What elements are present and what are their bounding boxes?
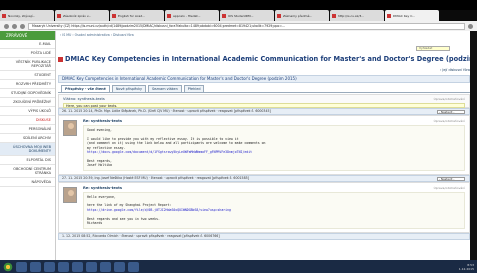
scrollbar[interactable] [470, 31, 477, 260]
post-action-select[interactable]: - Nastavit - [437, 176, 465, 181]
sidebar-item-diskuse[interactable]: DISKUSE [0, 116, 55, 125]
sidebar-item[interactable]: VĚSTNÍK PUBLIKACE REPOZITÁŘ [0, 58, 55, 71]
forum-tabs: Příspěvky - vše čtené Nové příspěvky Sez… [58, 85, 470, 93]
clock-date: 1.12.2015 [458, 266, 474, 271]
reload-icon[interactable] [20, 23, 25, 29]
taskbar-app-icon[interactable] [114, 261, 125, 272]
favicon-icon [277, 13, 281, 18]
favicon-icon [167, 13, 171, 18]
edit-link[interactable]: Úprava/odstraňování [434, 97, 465, 101]
browser-tab[interactable]: Zásobník zpráv v... [55, 10, 109, 21]
forward-icon[interactable] [12, 23, 17, 29]
sidebar-item[interactable]: ROZVRH PŘEDMĚTY [0, 80, 55, 89]
post-meta: 27. 11. 2015 20:39, Ing. Josef Neštika (… [58, 174, 470, 182]
edit-link[interactable]: Úprava/odstraňování [434, 119, 465, 123]
menu-icon[interactable] [468, 23, 473, 29]
address-bar: Masaryk University (CZ) https://is.muni.… [0, 21, 477, 31]
post-meta: 26. 11. 2015 20:14, PhDr. Mgr. Lidiie Št… [58, 108, 470, 115]
favicon-icon [57, 13, 61, 18]
taskbar-app-icon[interactable] [30, 261, 41, 272]
forum-icon [58, 56, 63, 62]
tab-overview[interactable]: Přehled [183, 85, 205, 92]
thread: Vlákno: synthesis-texts Úprava/odstraňov… [58, 94, 470, 240]
sidebar-item[interactable]: OBCHODNÍ CENTRUM STRÁNKA [0, 165, 55, 178]
post: Úprava/odstraňování Re: synthesis-texts … [58, 181, 470, 233]
sidebar-item[interactable]: PERSONÁLNÍ [0, 125, 55, 134]
search-input[interactable]: Vyhledat [416, 46, 450, 51]
browser-tab[interactable]: Novinky, zbývají... [0, 10, 54, 21]
browser-tab[interactable]: appcalo - Hledat... [165, 10, 219, 21]
favicon-icon [112, 13, 116, 18]
sidebar-item[interactable]: ELPORTÁL DIS [0, 156, 55, 165]
web-page: ZPRÁVOVÉ E-MAIL POŠTA LIDÉ VĚSTNÍK PUBLI… [0, 31, 470, 260]
main-content: › IS MU › Osobní administrativa › Diskus… [58, 31, 470, 260]
start-button-icon[interactable] [3, 261, 13, 272]
edit-link[interactable]: Úprava/odstraňování [434, 186, 465, 190]
url-input[interactable]: Masaryk University (CZ) https://is.muni.… [28, 22, 465, 30]
page-title: DMIAC Key Competencies in International … [58, 55, 470, 63]
post-subject[interactable]: Re: synthesis-texts [83, 186, 465, 190]
browser-tab[interactable]: UIS StudentDM... [220, 10, 274, 21]
tab-posts[interactable]: Příspěvky - vše čtené [61, 85, 110, 92]
sidebar-item[interactable]: VÝPIS ÚKOLŮ [0, 107, 55, 116]
favicon-icon [332, 13, 336, 18]
taskbar: 8:53 1.12.2015 [0, 260, 477, 273]
thread-starter: Vlákno: synthesis-texts Úprava/odstraňov… [58, 94, 470, 108]
thread-name[interactable]: Vlákno: synthesis-texts [63, 97, 465, 101]
tab-thread-list[interactable]: Seznam vláken [148, 85, 182, 92]
user-forums-link[interactable]: › Její diskusní fóra [440, 68, 470, 72]
taskbar-app-icon[interactable] [44, 261, 55, 272]
post-line: Richards [87, 221, 103, 226]
post-subject[interactable]: Re: synthesis-texts [83, 119, 465, 123]
sidebar-item[interactable]: NÁPOVĚDA [0, 178, 55, 187]
avatar [63, 120, 77, 136]
browser-tab[interactable]: English for Acad... [110, 10, 164, 21]
browser-tab[interactable]: http://is.cu.sk/3... [330, 10, 384, 21]
sidebar-item[interactable]: STUDENT [0, 71, 55, 80]
sidebar-item[interactable]: STUDIJNÍ ODPOVĚDNÍK [0, 89, 55, 98]
favicon-icon [222, 13, 226, 18]
sidebar: ZPRÁVOVÉ E-MAIL POŠTA LIDÉ VĚSTNÍK PUBLI… [0, 31, 56, 260]
system-clock[interactable]: 8:53 1.12.2015 [459, 263, 474, 271]
post-body: Good evening, I would like to provide yo… [83, 125, 465, 171]
taskbar-app-icon[interactable] [58, 261, 69, 272]
post-body: Hello everyone, here the link of my Shan… [83, 191, 465, 229]
browser-tab-active[interactable]: DMIAC Key C... [385, 10, 439, 21]
post-meta: 1. 12. 2015 08:52, Riccardo Olmich · čte… [58, 232, 470, 240]
post-line: Josef Holtika [87, 163, 112, 168]
taskbar-app-icon[interactable] [16, 261, 27, 272]
sidebar-item[interactable]: ÚSCHOVNA MOJI WEB DOKUMENTY [0, 143, 55, 156]
browser-tab-bar: Novinky, zbývají... Zásobník zpráv v... … [0, 10, 477, 21]
taskbar-app-icon[interactable] [128, 261, 139, 272]
favicon-icon [2, 13, 6, 18]
sidebar-item[interactable]: POŠTA LIDÉ [0, 49, 55, 58]
sidebar-item[interactable]: ZKOUŠENÍ PRŮBĚŽNÝ [0, 98, 55, 107]
taskbar-app-icon[interactable] [86, 261, 97, 272]
sidebar-item[interactable]: SDÍLENÍ ARCHIV [0, 134, 55, 143]
post: Úprava/odstraňování Re: synthesis-texts … [58, 115, 470, 175]
avatar [63, 186, 77, 203]
forum-header[interactable]: DMIAC Key Competencies in International … [58, 75, 470, 83]
taskbar-app-icon[interactable] [72, 261, 83, 272]
sidebar-home[interactable]: ZPRÁVOVÉ [0, 31, 55, 40]
browser-tab[interactable]: Záznamy předmě... [275, 10, 329, 21]
sidebar-item[interactable]: E-MAIL [0, 40, 55, 49]
tab-new-posts[interactable]: Nové příspěvky [111, 85, 147, 92]
breadcrumb[interactable]: › IS MU › Osobní administrativa › Diskus… [58, 31, 470, 39]
taskbar-app-icon[interactable] [100, 261, 111, 272]
post-action-select[interactable]: - Nastavit - [437, 110, 465, 114]
back-icon[interactable] [4, 23, 9, 29]
favicon-icon [387, 13, 391, 18]
